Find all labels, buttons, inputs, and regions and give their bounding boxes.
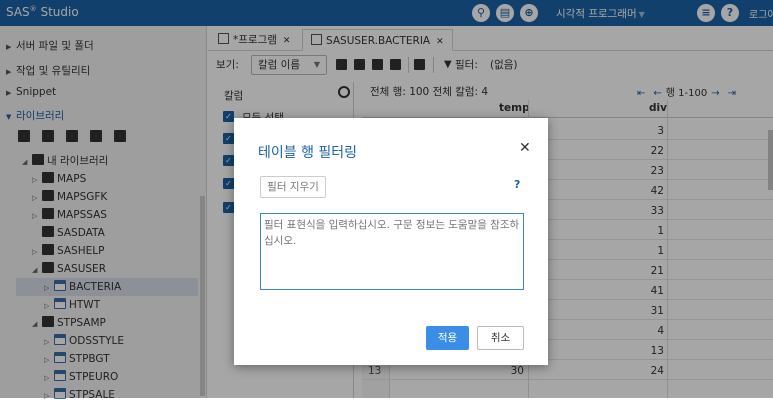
filter-expression-input[interactable] [260,213,524,290]
filter-dialog: 테이블 행 필터링 ✕ 필터 지우기 ? 적용 취소 [234,118,548,365]
close-icon[interactable]: ✕ [519,140,531,156]
apply-button[interactable]: 적용 [426,326,469,350]
help-icon[interactable]: ? [514,178,520,191]
dialog-title: 테이블 행 필터링 [258,145,358,161]
cancel-button[interactable]: 취소 [477,326,524,350]
clear-filter-button[interactable]: 필터 지우기 [260,176,326,198]
